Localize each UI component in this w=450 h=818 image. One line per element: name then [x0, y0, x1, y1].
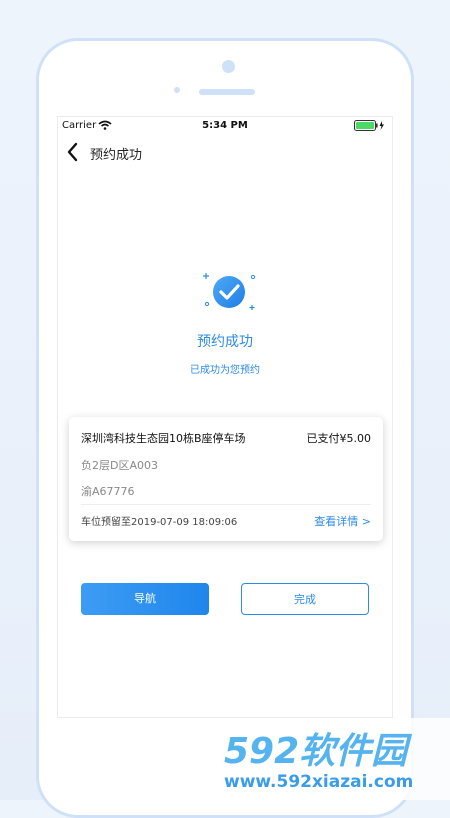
speaker-grille	[199, 89, 255, 95]
app-screen: Carrier 5:34 PM 预约成功 预约成功 已成功为您预约 深圳湾科技生…	[57, 116, 393, 718]
site-watermark: 592软件园 www.592xiazai.com	[218, 718, 450, 800]
battery-icon	[354, 120, 384, 131]
success-title: 预约成功	[197, 334, 253, 350]
license-plate: 渝A67776	[81, 485, 135, 498]
parking-lot-name: 深圳湾科技生态园10栋B座停车场	[81, 432, 246, 445]
card-divider	[81, 504, 371, 505]
parking-space: 负2层D区A003	[81, 459, 158, 472]
navigate-button[interactable]: 导航	[81, 583, 209, 615]
done-button[interactable]: 完成	[241, 583, 369, 615]
success-subtitle: 已成功为您预约	[190, 365, 260, 376]
watermark-logo: 592软件园	[224, 731, 408, 772]
checkmark-circle-icon	[203, 273, 256, 310]
payment-status: 已支付¥5.00	[306, 432, 372, 445]
nav-bar: 预约成功	[58, 135, 392, 169]
sensor-dot	[174, 87, 180, 93]
status-time: 5:34 PM	[202, 120, 248, 131]
chevron-left-icon[interactable]	[66, 142, 78, 162]
watermark-url: www.592xiazai.com	[224, 772, 414, 792]
booking-card: 深圳湾科技生态园10栋B座停车场 已支付¥5.00 负2层D区A003 渝A67…	[69, 417, 383, 541]
reservation-deadline: 车位预留至2019-07-09 18:09:06	[81, 517, 238, 528]
camera-dot	[222, 60, 235, 73]
status-bar: Carrier 5:34 PM	[58, 117, 392, 135]
view-details-link[interactable]: 查看详情 >	[314, 513, 371, 529]
page-title: 预约成功	[90, 148, 143, 163]
